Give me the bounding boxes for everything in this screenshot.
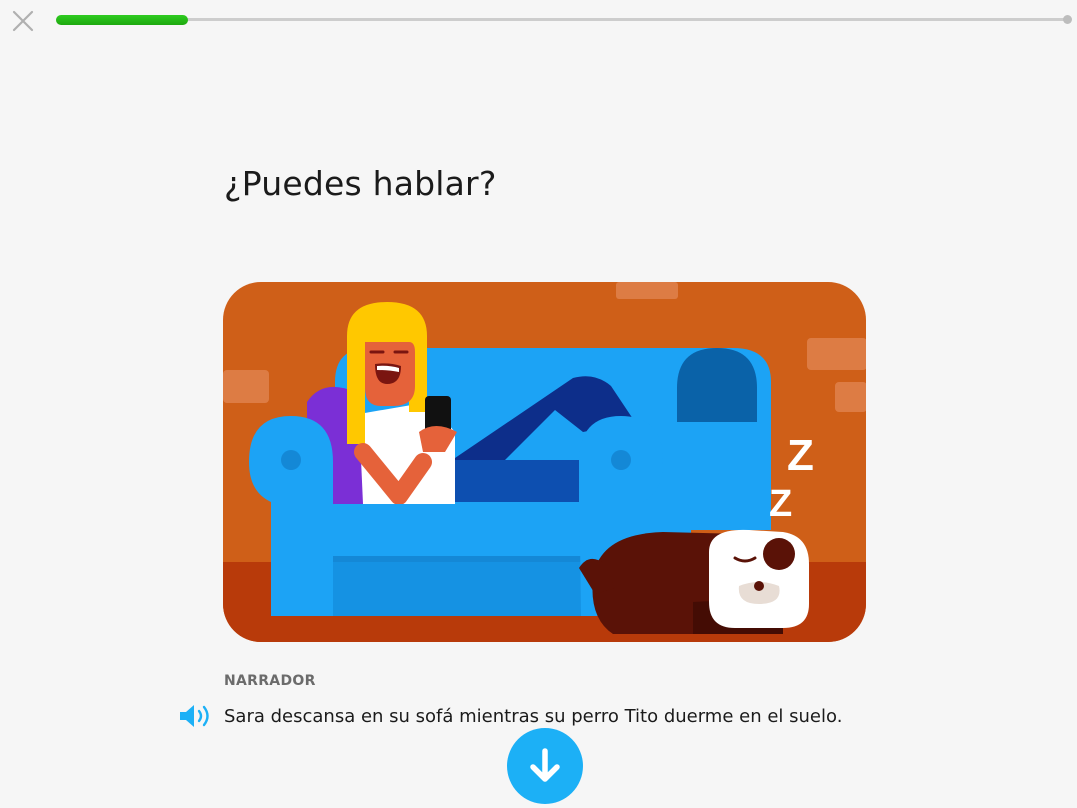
continue-button[interactable] xyxy=(507,728,583,804)
arrow-down-icon xyxy=(530,748,560,782)
progress-bar xyxy=(56,15,1072,25)
lesson-screen: ¿Puedes hablar? Z Z NARRADOR Sara descan… xyxy=(0,0,1077,808)
close-button[interactable] xyxy=(10,8,36,34)
svg-text:Z: Z xyxy=(769,483,792,525)
speaker-icon xyxy=(180,705,209,727)
story-illustration: Z Z xyxy=(223,282,866,642)
play-audio-button[interactable] xyxy=(178,703,214,729)
svg-text:Z: Z xyxy=(787,431,814,480)
progress-bar-fill xyxy=(56,15,188,25)
close-icon xyxy=(12,10,34,32)
dialogue-text: Sara descansa en su sofá mientras su per… xyxy=(224,705,843,727)
page-title: ¿Puedes hablar? xyxy=(224,164,497,203)
dialogue-line: Sara descansa en su sofá mientras su per… xyxy=(178,703,842,729)
progress-end-dot xyxy=(1063,15,1072,24)
speaker-label: NARRADOR xyxy=(224,673,316,689)
